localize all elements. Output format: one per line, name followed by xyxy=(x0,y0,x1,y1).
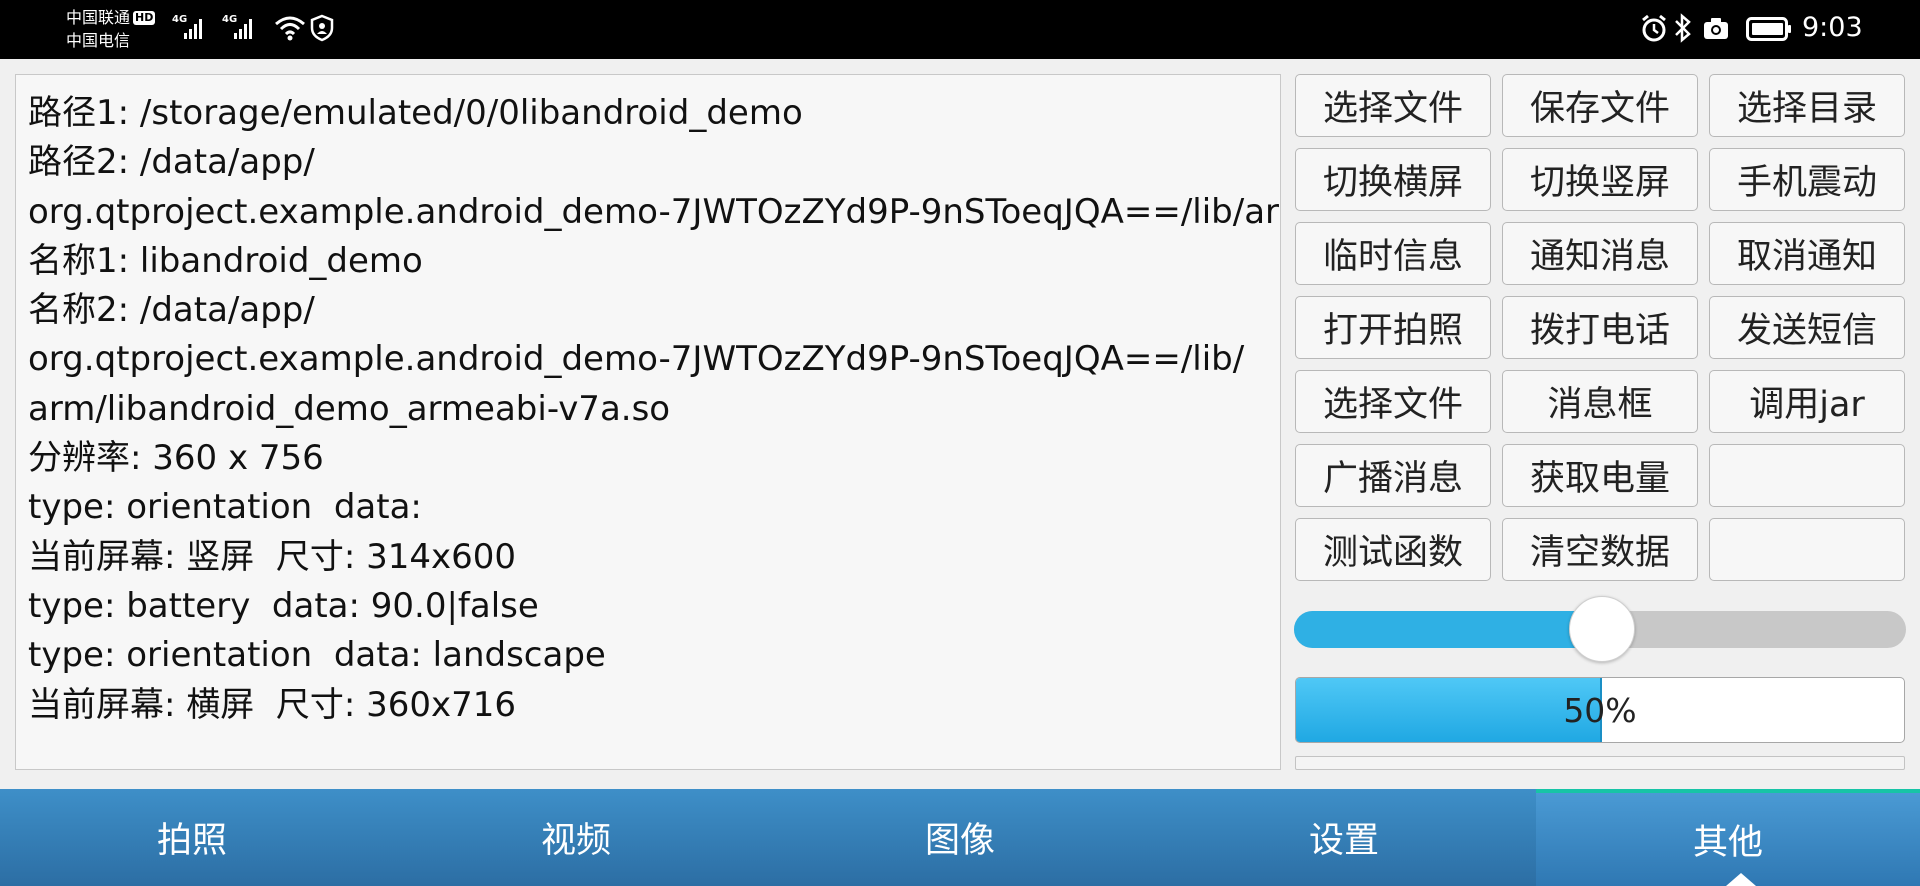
action-button[interactable]: 清空数据 xyxy=(1502,518,1698,581)
action-button[interactable]: 选择文件 xyxy=(1295,74,1491,137)
empty-button[interactable] xyxy=(1709,518,1905,581)
action-button[interactable]: 取消通知 xyxy=(1709,222,1905,285)
carrier-2: 中国电信 xyxy=(66,31,131,50)
hd-badge: HD xyxy=(133,11,156,25)
bluetooth-icon xyxy=(1675,13,1691,43)
action-button[interactable]: 消息框 xyxy=(1502,370,1698,433)
bottom-tab-bar: 拍照 视频 图像 设置 其他 xyxy=(0,789,1920,886)
action-button[interactable]: 切换横屏 xyxy=(1295,148,1491,211)
status-bar: 中国联通 HD 中国电信 4G 4G 9:03 xyxy=(0,0,1920,59)
tab-1[interactable]: 视频 xyxy=(384,789,768,886)
log-line: 当前屏幕: 横屏 尺寸: 360x716 xyxy=(28,684,517,725)
action-button[interactable]: 调用jar xyxy=(1709,370,1905,433)
log-line: type: orientation data: landscape xyxy=(28,635,606,676)
action-button[interactable]: 拨打电话 xyxy=(1502,296,1698,359)
log-line: arm/libandroid_demo_armeabi-v7a.so xyxy=(28,388,671,429)
wifi-icon xyxy=(275,16,305,41)
log-line: 路径2: /data/app/ xyxy=(28,142,315,183)
carrier-1: 中国联通 xyxy=(66,8,131,27)
log-line: 名称1: libandroid_demo xyxy=(28,240,423,281)
log-line: 分辨率: 360 x 756 xyxy=(28,438,324,479)
tab-3[interactable]: 设置 xyxy=(1152,789,1536,886)
log-line: type: orientation data: xyxy=(28,487,422,528)
tab-4[interactable]: 其他 xyxy=(1536,789,1920,886)
log-line: org.qtproject.example.android_demo-7JWTO… xyxy=(28,191,1281,232)
action-button[interactable]: 获取电量 xyxy=(1502,444,1698,507)
action-button[interactable]: 手机震动 xyxy=(1709,148,1905,211)
action-button[interactable]: 切换竖屏 xyxy=(1502,148,1698,211)
log-text-area[interactable]: 路径1: /storage/emulated/0/0libandroid_dem… xyxy=(15,74,1281,770)
action-button[interactable]: 广播消息 xyxy=(1295,444,1491,507)
active-tab-indicator-icon xyxy=(1726,873,1756,886)
tab-2[interactable]: 图像 xyxy=(768,789,1152,886)
log-line: type: battery data: 90.0|false xyxy=(28,585,539,626)
horizontal-scrollbar[interactable] xyxy=(1295,756,1905,770)
slider-fill xyxy=(1294,611,1600,648)
action-button[interactable]: 保存文件 xyxy=(1502,74,1698,137)
action-button[interactable]: 测试函数 xyxy=(1295,518,1491,581)
log-line: 名称2: /data/app/ xyxy=(28,290,315,331)
empty-button[interactable] xyxy=(1709,444,1905,507)
clock: 9:03 xyxy=(1802,12,1863,43)
action-button[interactable]: 通知消息 xyxy=(1502,222,1698,285)
action-button[interactable]: 打开拍照 xyxy=(1295,296,1491,359)
action-button[interactable]: 发送短信 xyxy=(1709,296,1905,359)
shield-icon xyxy=(310,14,334,42)
log-line: 当前屏幕: 竖屏 尺寸: 314x600 xyxy=(28,536,517,577)
slider-handle[interactable] xyxy=(1569,596,1635,662)
progress-label: 50% xyxy=(1563,690,1637,730)
action-button[interactable]: 临时信息 xyxy=(1295,222,1491,285)
carrier-info: 中国联通 HD 中国电信 xyxy=(66,6,156,52)
progress-bar: 50% xyxy=(1295,677,1905,743)
camera-icon xyxy=(1704,18,1728,39)
action-button[interactable]: 选择目录 xyxy=(1709,74,1905,137)
battery-icon xyxy=(1746,17,1791,41)
log-line: 路径1: /storage/emulated/0/0libandroid_dem… xyxy=(28,93,803,133)
tab-0[interactable]: 拍照 xyxy=(0,789,384,886)
alarm-icon xyxy=(1642,14,1666,42)
action-button[interactable]: 选择文件 xyxy=(1295,370,1491,433)
log-line: org.qtproject.example.android_demo-7JWTO… xyxy=(28,339,1245,380)
